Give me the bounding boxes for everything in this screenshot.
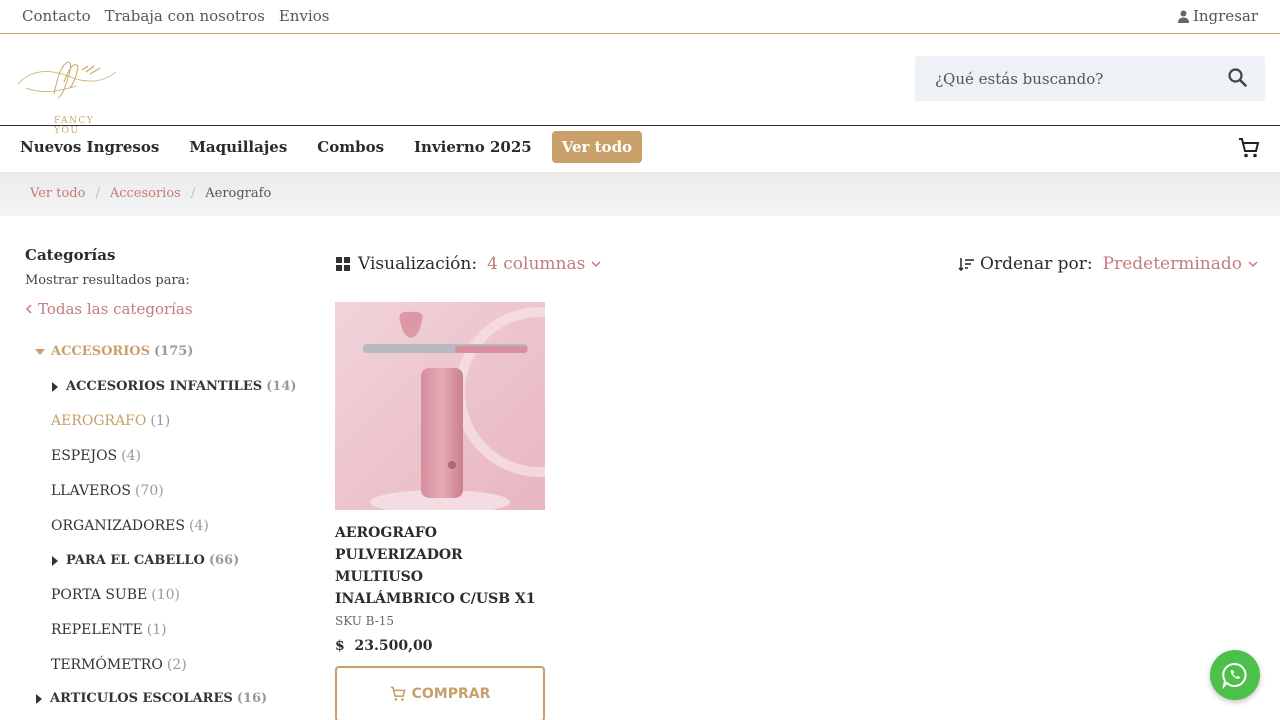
view-control: Visualización: 4 columnas [336,254,601,274]
caret-right-icon [52,381,58,392]
category-organizadores[interactable]: ORGANIZADORES (4) [51,518,209,534]
chevron-left-icon [25,304,32,314]
category-termometro[interactable]: TERMÓMETRO (2) [51,657,187,673]
search-input[interactable] [915,56,1205,101]
grid-icon [336,257,350,271]
category-accesorios[interactable]: ACCESORIOS (175) [35,344,193,359]
price-currency: $ [335,638,345,654]
top-links: Contacto Trabaja con nosotros Envios [22,7,329,25]
breadcrumb: Ver todo / Accesorios / Aerografo [0,172,1280,216]
buy-button[interactable]: COMPRAR [335,666,545,720]
chevron-down-icon [591,260,601,267]
nav-item-makeup[interactable]: Maquillajes [189,138,287,156]
category-porta-sube[interactable]: PORTA SUBE (10) [51,587,180,603]
caret-right-icon [52,555,58,566]
sidebar-subtitle: Mostrar resultados para: [25,273,190,288]
sort-icon [958,258,975,271]
nav-item-winter[interactable]: Invierno 2025 [414,138,532,156]
shipping-link[interactable]: Envios [279,7,330,25]
product-card: AEROGRAFO PULVERIZADOR MULTIUSO INALÁMBR… [335,302,545,720]
search-icon[interactable] [1228,68,1247,87]
whatsapp-button[interactable] [1210,650,1260,700]
logo[interactable]: FANCY YOU [16,54,120,136]
view-label: Visualización: [358,254,478,274]
price-value: 23.500,00 [354,638,433,654]
breadcrumb-current: Aerografo [205,186,272,201]
nav-item-new[interactable]: Nuevos Ingresos [20,138,159,156]
nav-item-all[interactable]: Ver todo [551,131,643,163]
buy-label: COMPRAR [411,686,491,702]
caret-down-icon [35,348,45,355]
login-link[interactable]: Ingresar [1177,7,1258,25]
top-bar: Contacto Trabaja con nosotros Envios Ing… [0,0,1280,34]
sort-control: Ordenar por: Predeterminado [958,254,1258,274]
breadcrumb-all[interactable]: Ver todo [30,186,85,201]
chevron-down-icon [1248,260,1258,267]
breadcrumb-separator: / [190,186,196,201]
category-articulos-escolares[interactable]: ARTICULOS ESCOLARES (16) [36,691,267,706]
login-label: Ingresar [1192,7,1258,25]
category-sidebar: Categorías Mostrar resultados para: Toda… [25,246,295,318]
cart-icon [390,686,406,701]
category-espejos[interactable]: ESPEJOS (4) [51,448,141,464]
category-repelente[interactable]: REPELENTE (1) [51,622,167,638]
header: FANCY YOU [0,34,1280,136]
product-sku: SKU B-15 [335,614,395,628]
all-categories-label: Todas las categorías [38,300,193,318]
view-select[interactable]: 4 columnas [487,254,601,274]
contact-link[interactable]: Contacto [22,7,91,25]
category-aerografo[interactable]: AEROGRAFO (1) [51,413,170,429]
breadcrumb-accessories[interactable]: Accesorios [110,186,181,201]
category-accesorios-infantiles[interactable]: ACCESORIOS INFANTILES (14) [52,379,297,394]
main-nav: Nuevos Ingresos Maquillajes Combos Invie… [0,126,1280,172]
product-image[interactable] [335,302,545,510]
cart-icon[interactable] [1238,137,1260,159]
sidebar-title: Categorías [25,246,116,264]
category-para-el-cabello[interactable]: PARA EL CABELLO (66) [52,553,239,568]
nav-item-combos[interactable]: Combos [317,138,384,156]
product-price: $ 23.500,00 [335,638,545,654]
breadcrumb-separator: / [95,186,100,201]
all-categories-link[interactable]: Todas las categorías [25,300,295,318]
logo-mark-icon [17,61,117,99]
user-icon [1177,10,1189,23]
airbrush-image [335,302,545,510]
sort-label: Ordenar por: [980,254,1093,274]
sort-select[interactable]: Predeterminado [1103,254,1258,274]
search-box [915,56,1265,101]
jobs-link[interactable]: Trabaja con nosotros [105,7,265,25]
caret-right-icon [36,693,42,704]
category-llaveros[interactable]: LLAVEROS (70) [51,483,164,499]
whatsapp-icon [1222,662,1247,689]
product-name[interactable]: AEROGRAFO PULVERIZADOR MULTIUSO INALÁMBR… [335,522,545,610]
